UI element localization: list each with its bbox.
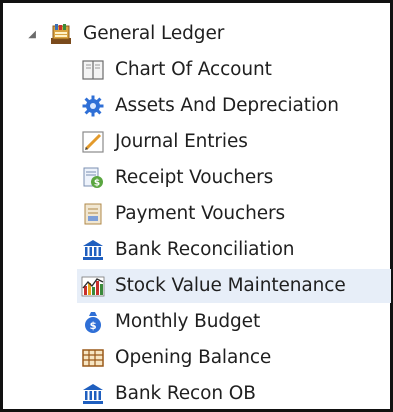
- gear-icon: [81, 94, 105, 118]
- pencil-icon: [81, 130, 105, 154]
- bank-icon: [81, 238, 105, 262]
- tree-item-monthly-budget[interactable]: $ Monthly Budget: [77, 305, 391, 339]
- tree-item-label: Assets And Depreciation: [115, 95, 339, 116]
- svg-text:$: $: [94, 179, 100, 189]
- tree-item-opening-balance[interactable]: Opening Balance: [77, 341, 391, 375]
- tree-item-payment-vouchers[interactable]: Payment Vouchers: [77, 197, 391, 231]
- ledger-icon: [49, 22, 73, 46]
- payment-voucher-icon: [81, 202, 105, 226]
- tree-item-bank-recon-ob[interactable]: Bank Recon OB: [77, 377, 391, 411]
- tree-panel: ◢ General Ledger Chart Of Account Assets…: [0, 0, 393, 412]
- tree-node-label: General Ledger: [83, 23, 225, 44]
- book-icon: [81, 58, 105, 82]
- tree-item-receipt-vouchers[interactable]: $ Receipt Vouchers: [77, 161, 391, 195]
- tree-item-label: Payment Vouchers: [115, 203, 286, 224]
- tree-item-label: Stock Value Maintenance: [115, 275, 346, 296]
- tree-item-label: Chart Of Account: [115, 59, 272, 80]
- tree-item-label: Opening Balance: [115, 347, 272, 368]
- receipt-icon: $: [81, 166, 105, 190]
- tree-item-journal-entries[interactable]: Journal Entries: [77, 125, 391, 159]
- tree-item-label: Bank Recon OB: [115, 383, 256, 404]
- tree-item-bank-reconciliation[interactable]: Bank Reconciliation: [77, 233, 391, 267]
- tree-item-label: Monthly Budget: [115, 311, 261, 332]
- svg-text:$: $: [90, 321, 97, 332]
- bank-icon: [81, 382, 105, 406]
- tree-item-assets-and-depreciation[interactable]: Assets And Depreciation: [77, 89, 391, 123]
- tree-item-label: Bank Reconciliation: [115, 239, 295, 260]
- tree-item-label: Receipt Vouchers: [115, 167, 274, 188]
- navigation-tree: ◢ General Ledger Chart Of Account Assets…: [3, 3, 391, 411]
- expand-collapse-triangle-icon[interactable]: ◢: [25, 17, 39, 51]
- tree-item-chart-of-account[interactable]: Chart Of Account: [77, 53, 391, 87]
- money-bag-icon: $: [81, 310, 105, 334]
- tree-item-label: Journal Entries: [115, 131, 248, 152]
- abacus-icon: [81, 346, 105, 370]
- tree-item-stock-value-maintenance[interactable]: Stock Value Maintenance: [77, 269, 391, 303]
- stock-chart-icon: [81, 274, 105, 298]
- tree-node-general-ledger[interactable]: ◢ General Ledger: [25, 17, 385, 51]
